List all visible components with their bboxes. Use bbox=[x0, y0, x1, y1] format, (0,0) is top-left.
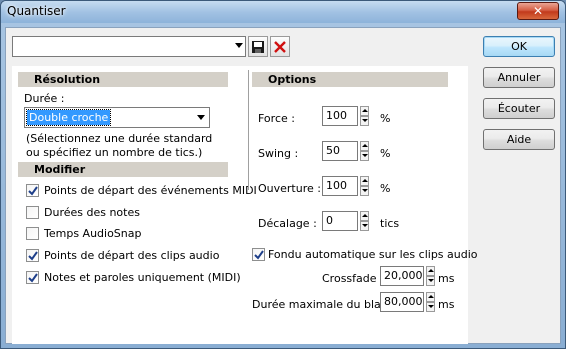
autofade-checkbox[interactable] bbox=[252, 248, 265, 261]
crossfade-spinner[interactable] bbox=[426, 266, 435, 286]
duration-label: Durée : bbox=[24, 92, 65, 105]
modify-audio-clip-starts-label[interactable]: Points de départ des clips audio bbox=[44, 249, 219, 262]
settings-panel: Résolution Durée : Double croche (Sélect… bbox=[12, 66, 478, 344]
chevron-down-icon[interactable] bbox=[235, 43, 243, 48]
autofade-label[interactable]: Fondu automatique sur les clips audio bbox=[268, 248, 478, 261]
column-divider bbox=[248, 70, 250, 190]
modify-notes-lyrics-only-checkbox[interactable] bbox=[26, 271, 39, 284]
offset-label: Décalage : bbox=[258, 217, 317, 230]
floppy-disk-icon bbox=[252, 41, 264, 53]
swing-unit: % bbox=[380, 147, 391, 160]
ok-button[interactable]: OK bbox=[483, 36, 555, 57]
max-gap-spinner[interactable] bbox=[426, 292, 435, 312]
strength-label: Force : bbox=[258, 112, 295, 125]
quantize-dialog: Quantiser ✕ OK Annuler Écouter Aide Réso… bbox=[0, 0, 566, 349]
crossfade-label: Crossfade : bbox=[322, 272, 384, 285]
modify-note-durations-checkbox[interactable] bbox=[26, 206, 39, 219]
delete-preset-button[interactable] bbox=[270, 36, 290, 57]
checkmark-icon bbox=[28, 186, 38, 196]
swing-input[interactable]: 50 bbox=[322, 141, 358, 161]
strength-spinner[interactable] bbox=[360, 106, 369, 126]
strength-input[interactable]: 100 bbox=[322, 106, 358, 126]
max-gap-input[interactable]: 80,000 bbox=[380, 292, 424, 312]
duration-dropdown[interactable]: Double croche bbox=[24, 107, 210, 128]
chevron-down-icon[interactable] bbox=[197, 115, 205, 120]
duration-hint-line1: (Sélectionnez une durée standard bbox=[26, 132, 213, 145]
window-unit: % bbox=[380, 182, 391, 195]
dialog-client-area: OK Annuler Écouter Aide Résolution Durée… bbox=[5, 27, 561, 344]
window-title: Quantiser bbox=[7, 4, 66, 18]
save-preset-button[interactable] bbox=[248, 36, 268, 57]
duration-hint-line2: ou spécifiez un nombre de tics.) bbox=[26, 146, 203, 159]
max-gap-label: Durée maximale du blanc : bbox=[252, 298, 402, 311]
help-button[interactable]: Aide bbox=[483, 129, 555, 150]
checkmark-icon bbox=[28, 251, 38, 261]
swing-spinner[interactable] bbox=[360, 141, 369, 161]
preset-dropdown[interactable] bbox=[12, 36, 246, 57]
crossfade-unit: ms bbox=[438, 272, 455, 285]
close-icon: ✕ bbox=[532, 4, 544, 18]
listen-button[interactable]: Écouter bbox=[483, 98, 555, 119]
modify-audiosnap-label[interactable]: Temps AudioSnap bbox=[44, 227, 142, 240]
modify-note-durations-label[interactable]: Durées des notes bbox=[44, 206, 140, 219]
options-header: Options bbox=[252, 72, 448, 87]
red-x-icon bbox=[274, 41, 286, 53]
resolution-header: Résolution bbox=[18, 72, 228, 87]
strength-unit: % bbox=[380, 112, 391, 125]
offset-input[interactable]: 0 bbox=[322, 211, 358, 231]
modify-midi-starts-checkbox[interactable] bbox=[26, 184, 39, 197]
offset-spinner[interactable] bbox=[360, 211, 369, 231]
window-label: Ouverture : bbox=[258, 182, 321, 195]
checkmark-icon bbox=[254, 250, 264, 260]
window-input[interactable]: 100 bbox=[322, 176, 358, 196]
modify-audiosnap-checkbox[interactable] bbox=[26, 227, 39, 240]
modify-notes-lyrics-only-label[interactable]: Notes et paroles uniquement (MIDI) bbox=[44, 271, 241, 284]
close-button[interactable]: ✕ bbox=[517, 2, 559, 20]
offset-unit: tics bbox=[380, 217, 400, 230]
modify-midi-starts-label[interactable]: Points de départ des événements MIDI bbox=[44, 184, 257, 197]
cancel-button[interactable]: Annuler bbox=[483, 67, 555, 88]
swing-label: Swing : bbox=[258, 147, 299, 160]
title-bar[interactable]: Quantiser ✕ bbox=[1, 1, 565, 23]
modifier-header: Modifier bbox=[18, 162, 228, 177]
checkmark-icon bbox=[28, 273, 38, 283]
modify-audio-clip-starts-checkbox[interactable] bbox=[26, 249, 39, 262]
duration-value: Double croche bbox=[25, 109, 112, 126]
window-spinner[interactable] bbox=[360, 176, 369, 196]
max-gap-unit: ms bbox=[438, 298, 455, 311]
crossfade-input[interactable]: 20,000 bbox=[380, 266, 424, 286]
